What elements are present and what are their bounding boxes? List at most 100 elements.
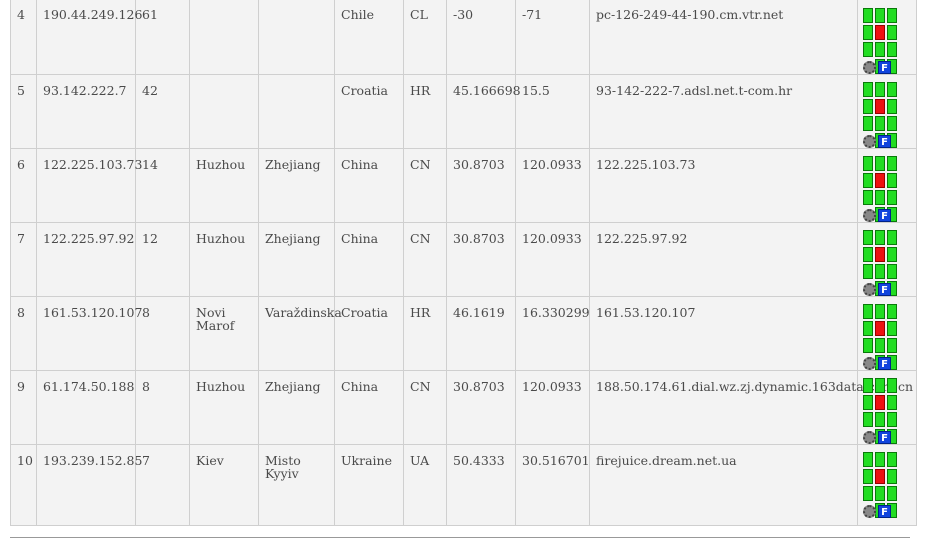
- map-grid-cell: [863, 412, 873, 427]
- region-cell: Varaždinska: [258, 296, 342, 371]
- hits-cell: 42: [135, 74, 190, 149]
- country-cell: China: [334, 222, 404, 297]
- region-cell: Zhejiang: [258, 222, 335, 297]
- table-row: 4 190.44.249.126 61 Chile CL -30 -71 pc-126-249…: [10, 0, 917, 75]
- f-icon[interactable]: F: [878, 61, 891, 74]
- map-grid-cell: [863, 247, 873, 262]
- map-grid-cell: [887, 469, 897, 484]
- map-grid-cell: [875, 82, 885, 97]
- map-grid-cell: [863, 42, 873, 57]
- table-row: 10 193.239.152.85 7 Kiev Misto Kyyiv Ukraine U…: [10, 444, 917, 526]
- map-grid-cell: [863, 338, 873, 353]
- map-grid-cell: [887, 452, 897, 467]
- code-cell: CN: [403, 148, 447, 223]
- ip-cell: 190.44.249.126: [36, 0, 142, 75]
- host-cell: 188.50.174.61.dial.wz.zj.dynamic.163data…: [589, 370, 913, 445]
- hits-cell: 8: [135, 370, 190, 445]
- map-grid-cell: [875, 304, 885, 319]
- map-grid-cell: [863, 230, 873, 245]
- map-grid-cell: [875, 321, 885, 336]
- region-cell: Zhejiang: [258, 370, 335, 445]
- map-grid-cell: [875, 8, 885, 23]
- f-icon[interactable]: F: [878, 135, 891, 148]
- ip-cell: 193.239.152.85: [36, 444, 142, 526]
- rank-cell: 6: [10, 148, 37, 223]
- map-grid-cell: [887, 8, 897, 23]
- actions-cell: F: [857, 444, 917, 526]
- map-grid-cell: [863, 452, 873, 467]
- city-cell: Kiev: [189, 444, 259, 526]
- map-grid-cell: [875, 99, 885, 114]
- map-grid-cell: [887, 99, 897, 114]
- code-cell: CN: [403, 222, 447, 297]
- city-cell: Novi Marof: [189, 296, 259, 371]
- map-grid-cell: [875, 230, 885, 245]
- map-grid-cell: [863, 8, 873, 23]
- ip-cell: 161.53.120.107: [36, 296, 142, 371]
- map-grid-cell: [875, 116, 885, 131]
- lat-cell: 46.1619: [446, 296, 516, 371]
- divider: [10, 537, 910, 538]
- map-grid-cell: [863, 156, 873, 171]
- f-icon[interactable]: F: [878, 209, 891, 222]
- gear-icon[interactable]: [863, 357, 876, 370]
- map-grid-cell: [887, 42, 897, 57]
- f-icon[interactable]: F: [878, 357, 891, 370]
- gear-icon[interactable]: [863, 209, 876, 222]
- rank-cell: 7: [10, 222, 37, 297]
- map-grid-cell: [875, 25, 885, 40]
- map-grid-cell: [887, 82, 897, 97]
- map-grid-cell: [887, 321, 897, 336]
- actions-cell: F: [857, 0, 917, 75]
- city-cell: [189, 0, 259, 75]
- map-grid-cell: [875, 412, 885, 427]
- rank-cell: 10: [10, 444, 37, 526]
- f-icon[interactable]: F: [878, 283, 891, 296]
- table-row: 9 61.174.50.188 8 Huzhou Zhejiang China CN 30.8…: [10, 370, 917, 445]
- gear-icon[interactable]: [863, 431, 876, 444]
- rank-cell: 5: [10, 74, 37, 149]
- gear-icon[interactable]: [863, 135, 876, 148]
- table-row: 5 93.142.222.7 42 Croatia HR 45.166698 15.5 93-…: [10, 74, 917, 149]
- country-cell: Croatia: [334, 74, 404, 149]
- ip-cell: 93.142.222.7: [36, 74, 136, 149]
- table-row: 8 161.53.120.107 8 Novi Marof Varaždinska Cro…: [10, 296, 917, 371]
- map-grid-cell: [863, 173, 873, 188]
- hits-cell: 12: [135, 222, 190, 297]
- city-cell: Huzhou: [189, 370, 259, 445]
- code-cell: UA: [403, 444, 447, 526]
- gear-icon[interactable]: [863, 283, 876, 296]
- actions-cell: F: [857, 148, 917, 223]
- lat-cell: 30.8703: [446, 370, 516, 445]
- hits-cell: 14: [135, 148, 190, 223]
- map-grid-cell: [887, 190, 897, 205]
- map-grid-cell: [863, 486, 873, 501]
- map-grid-cell: [887, 25, 897, 40]
- code-cell: CL: [403, 0, 447, 75]
- lon-cell: 16.330299: [515, 296, 590, 371]
- lon-cell: 120.0933: [515, 370, 590, 445]
- gear-icon[interactable]: [863, 61, 876, 74]
- host-cell: 122.225.97.92: [589, 222, 858, 297]
- gear-icon[interactable]: [863, 505, 876, 518]
- map-grid-cell: [887, 230, 897, 245]
- map-grid-cell: [863, 321, 873, 336]
- map-grid-cell: [887, 338, 897, 353]
- map-grid-cell: [887, 378, 897, 393]
- actions-cell: F: [857, 74, 917, 149]
- map-grid-cell: [887, 173, 897, 188]
- ip-cell: 122.225.97.92: [36, 222, 136, 297]
- lat-cell: -30: [446, 0, 516, 75]
- hits-cell: 61: [135, 0, 190, 75]
- f-icon[interactable]: F: [878, 505, 891, 518]
- table-row: 6 122.225.103.73 14 Huzhou Zhejiang China CN 30…: [10, 148, 917, 223]
- lat-cell: 50.4333: [446, 444, 516, 526]
- map-grid-cell: [875, 42, 885, 57]
- map-grid-cell: [875, 247, 885, 262]
- lon-cell: 30.516701: [515, 444, 590, 526]
- host-cell: 93-142-222-7.adsl.net.t-com.hr: [589, 74, 858, 149]
- city-cell: Huzhou: [189, 148, 259, 223]
- host-cell: 161.53.120.107: [589, 296, 858, 371]
- lon-cell: 120.0933: [515, 222, 590, 297]
- f-icon[interactable]: F: [878, 431, 891, 444]
